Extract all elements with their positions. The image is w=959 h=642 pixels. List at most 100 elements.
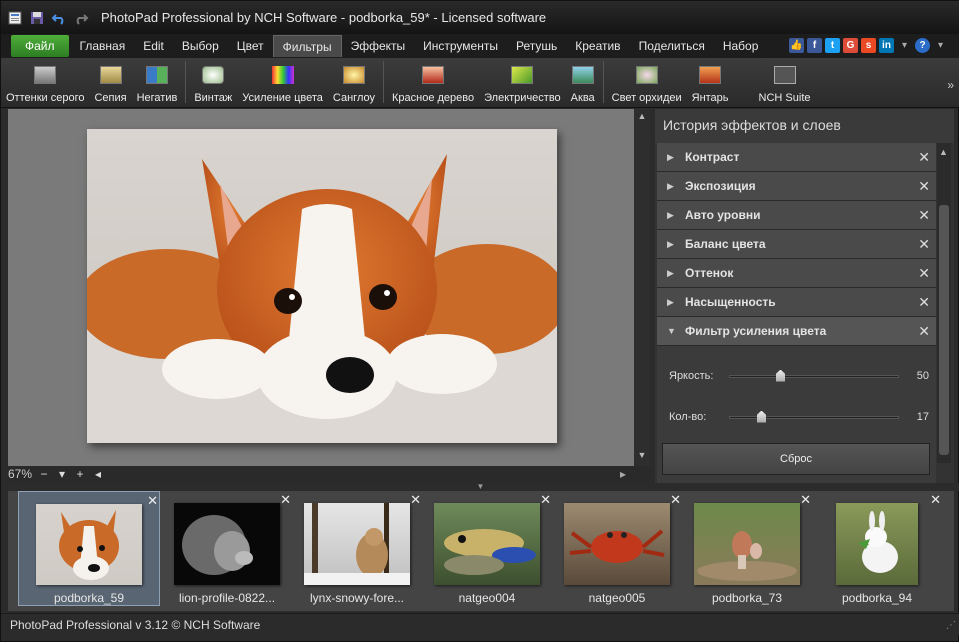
aqua-button[interactable]: Аква (566, 57, 600, 107)
save-icon[interactable] (29, 10, 45, 26)
thumbnail-item[interactable]: ✕ natgeo005 (552, 491, 682, 606)
scroll-up-icon[interactable]: ▲ (939, 147, 948, 157)
effect-label: Авто уровни (685, 208, 761, 222)
menu-share[interactable]: Поделиться (630, 35, 714, 57)
orchid-glow-button[interactable]: Свет орхидеи (607, 57, 687, 107)
grayscale-button[interactable]: Оттенки серого (1, 57, 89, 107)
amber-button[interactable]: Янтарь (687, 57, 734, 107)
close-thumbnail-icon[interactable]: ✕ (410, 492, 421, 508)
scroll-right-icon[interactable]: ▸ (620, 467, 626, 481)
expand-arrow-icon[interactable]: ▶ (667, 297, 677, 308)
menu-filters[interactable]: Фильтры (272, 35, 342, 57)
expand-arrow-icon[interactable]: ▶ (667, 152, 677, 163)
color-boost-button[interactable]: Усиление цвета (237, 57, 328, 107)
menu-effects[interactable]: Эффекты (342, 35, 415, 57)
sunglow-label: Санглоу (332, 92, 375, 104)
expand-arrow-icon[interactable]: ▶ (667, 239, 677, 250)
thumbnail-item[interactable]: ✕ podborka_94 (812, 491, 942, 606)
close-thumbnail-icon[interactable]: ✕ (540, 492, 551, 508)
scroll-down-icon[interactable]: ▼ (634, 450, 650, 464)
facebook-icon[interactable]: f (807, 38, 822, 53)
effect-hue[interactable]: ▶ Оттенок ✕ (657, 259, 936, 288)
menu-select[interactable]: Выбор (173, 35, 228, 57)
menu-color[interactable]: Цвет (228, 35, 273, 57)
effect-saturation[interactable]: ▶ Насыщенность ✕ (657, 288, 936, 317)
stumbleupon-icon[interactable]: s (861, 38, 876, 53)
effect-label: Оттенок (685, 266, 734, 280)
menu-edit[interactable]: Edit (134, 35, 173, 57)
menu-suite[interactable]: Набор (714, 35, 768, 57)
image-canvas[interactable] (8, 109, 634, 466)
menu-creative[interactable]: Креатив (566, 35, 629, 57)
effect-color-balance[interactable]: ▶ Баланс цвета ✕ (657, 230, 936, 259)
thumbnail-item[interactable]: ✕ podborka_73 (682, 491, 812, 606)
remove-effect-icon[interactable]: ✕ (918, 149, 930, 166)
remove-effect-icon[interactable]: ✕ (918, 323, 930, 340)
remove-effect-icon[interactable]: ✕ (918, 236, 930, 253)
expand-arrow-icon[interactable]: ▶ (667, 268, 677, 279)
effect-color-boost-filter[interactable]: ▼ Фильтр усиления цвета ✕ (657, 317, 936, 346)
scroll-up-icon[interactable]: ▲ (634, 111, 650, 125)
resize-grip-icon[interactable]: ⋰ (946, 620, 956, 631)
thumbnail-item[interactable]: ✕ lynx-snowy-fore... (292, 491, 422, 606)
panel-scrollbar-thumb[interactable] (939, 205, 949, 455)
thumbnail-item[interactable]: ✕ podborka_59 (18, 491, 160, 606)
help-icon[interactable]: ? (915, 38, 930, 53)
thumbnail-item[interactable]: ✕ natgeo004 (422, 491, 552, 606)
close-thumbnail-icon[interactable]: ✕ (147, 493, 158, 509)
scroll-left-icon[interactable]: ◂ (92, 467, 104, 481)
zoom-in-icon[interactable]: + (74, 467, 86, 481)
collapse-arrow-icon[interactable]: ▼ (667, 326, 677, 336)
effect-auto-levels[interactable]: ▶ Авто уровни ✕ (657, 201, 936, 230)
redo-icon[interactable] (73, 10, 89, 26)
effect-contrast[interactable]: ▶ Контраст ✕ (657, 143, 936, 172)
linkedin-icon[interactable]: in (879, 38, 894, 53)
sepia-button[interactable]: Сепия (89, 57, 131, 107)
negative-button[interactable]: Негатив (132, 57, 183, 107)
redwood-button[interactable]: Красное дерево (387, 57, 479, 107)
canvas-vertical-scrollbar[interactable]: ▲ ▼ (634, 109, 650, 466)
brightness-slider-thumb[interactable] (776, 369, 785, 382)
menu-tools[interactable]: Инструменты (414, 35, 507, 57)
electric-button[interactable]: Электричество (479, 57, 566, 107)
menu-home[interactable]: Главная (71, 35, 135, 57)
vintage-button[interactable]: Винтаж (189, 57, 237, 107)
google-plus-icon[interactable]: G (843, 38, 858, 53)
sunglow-button[interactable]: Санглоу (328, 57, 380, 107)
close-thumbnail-icon[interactable]: ✕ (670, 492, 681, 508)
splitter-handle[interactable]: ▼ (1, 483, 959, 491)
thumbnail-name: lion-profile-0822... (178, 591, 276, 605)
electric-label: Электричество (484, 92, 561, 104)
toolbar-overflow-icon[interactable]: » (947, 78, 954, 92)
toolbar-separator (602, 61, 604, 103)
amount-slider-thumb[interactable] (757, 410, 766, 423)
zoom-out-icon[interactable]: − (38, 467, 50, 481)
menu-file[interactable]: Файл (11, 35, 69, 57)
panel-scrollbar[interactable]: ▲ (937, 143, 951, 463)
effect-exposure[interactable]: ▶ Экспозиция ✕ (657, 172, 936, 201)
expand-arrow-icon[interactable]: ▶ (667, 210, 677, 221)
expand-arrow-icon[interactable]: ▶ (667, 181, 677, 192)
dropdown-arrow-icon[interactable]: ▾ (897, 38, 912, 53)
reset-button[interactable]: Сброс (662, 443, 930, 475)
menu-retouch[interactable]: Ретушь (507, 35, 566, 57)
like-icon[interactable]: 👍 (789, 38, 804, 53)
undo-icon[interactable] (51, 10, 67, 26)
app-menu-icon[interactable] (7, 10, 23, 26)
remove-effect-icon[interactable]: ✕ (918, 178, 930, 195)
sepia-icon (99, 66, 122, 84)
nch-suite-button[interactable]: NCH Suite (754, 57, 816, 107)
remove-effect-icon[interactable]: ✕ (918, 294, 930, 311)
thumbnail-item[interactable]: ✕ lion-profile-0822... (162, 491, 292, 606)
help-dropdown-icon[interactable]: ▾ (933, 38, 948, 53)
brightness-slider[interactable] (729, 369, 899, 382)
close-thumbnail-icon[interactable]: ✕ (280, 492, 291, 508)
remove-effect-icon[interactable]: ✕ (918, 207, 930, 224)
remove-effect-icon[interactable]: ✕ (918, 265, 930, 282)
zoom-dropdown-icon[interactable]: ▾ (56, 467, 68, 481)
amber-label: Янтарь (691, 92, 729, 104)
close-thumbnail-icon[interactable]: ✕ (800, 492, 811, 508)
close-thumbnail-icon[interactable]: ✕ (930, 492, 941, 508)
twitter-icon[interactable]: t (825, 38, 840, 53)
amount-slider[interactable] (729, 410, 899, 423)
